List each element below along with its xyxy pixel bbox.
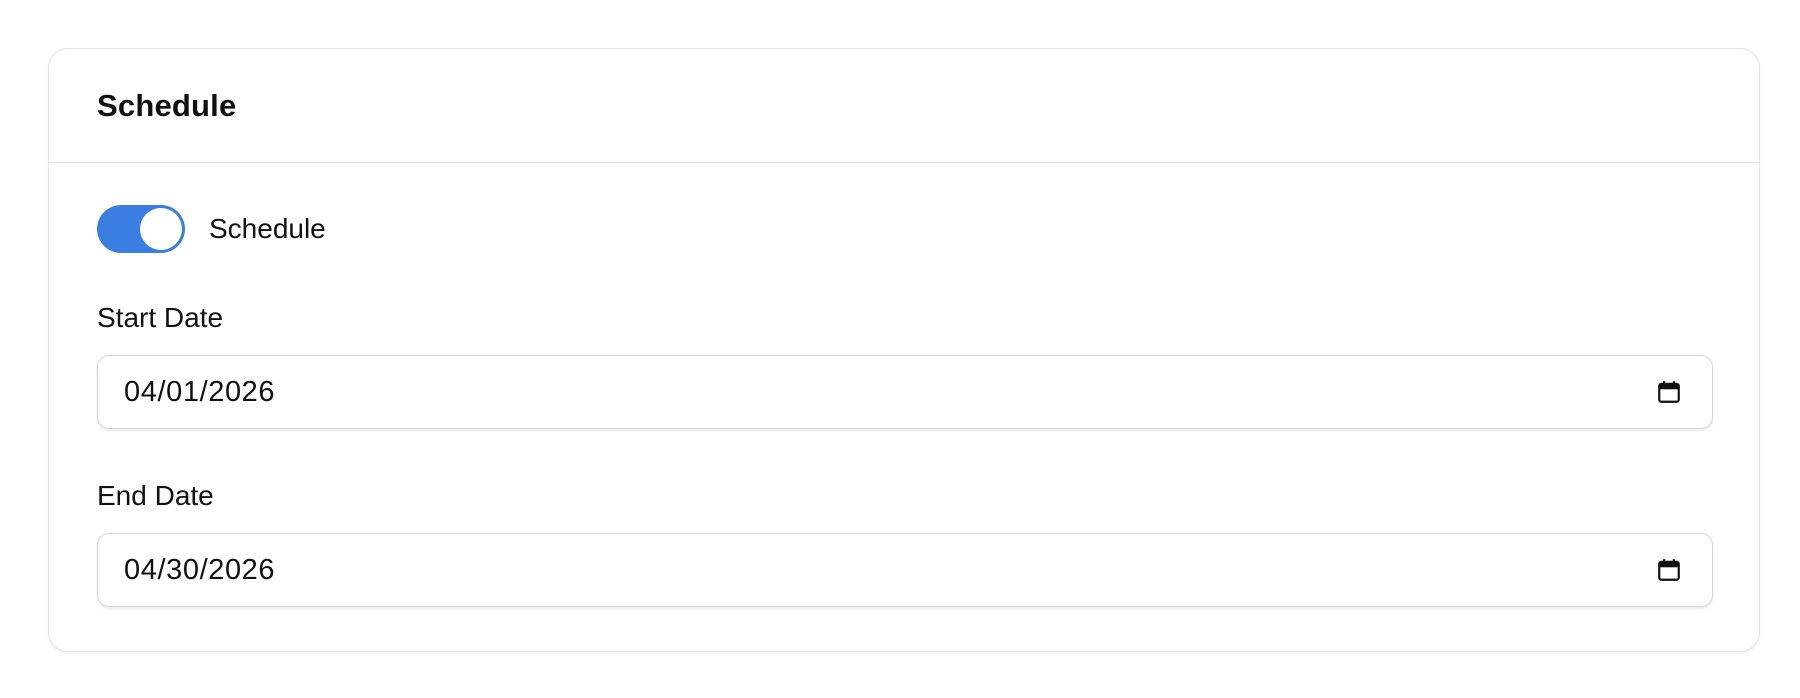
end-date-value: 04/30/2026: [124, 553, 276, 586]
schedule-toggle[interactable]: [97, 205, 185, 253]
schedule-card: Schedule Schedule Start Date 04/01/2026 …: [48, 48, 1760, 652]
start-date-input[interactable]: 04/01/2026: [97, 355, 1713, 429]
end-date-label: End Date: [97, 480, 214, 511]
end-date-input[interactable]: 04/30/2026: [97, 533, 1713, 607]
card-title: Schedule: [97, 87, 237, 123]
calendar-icon[interactable]: [1656, 379, 1682, 405]
calendar-icon[interactable]: [1656, 557, 1682, 583]
schedule-toggle-label: Schedule: [209, 213, 326, 244]
start-date-value: 04/01/2026: [124, 375, 276, 408]
card-body: Schedule Start Date 04/01/2026 End Date …: [49, 205, 1759, 607]
schedule-toggle-row: Schedule: [97, 205, 1711, 253]
toggle-knob: [140, 208, 182, 250]
start-date-label: Start Date: [97, 302, 224, 333]
card-header: Schedule: [49, 49, 1759, 163]
